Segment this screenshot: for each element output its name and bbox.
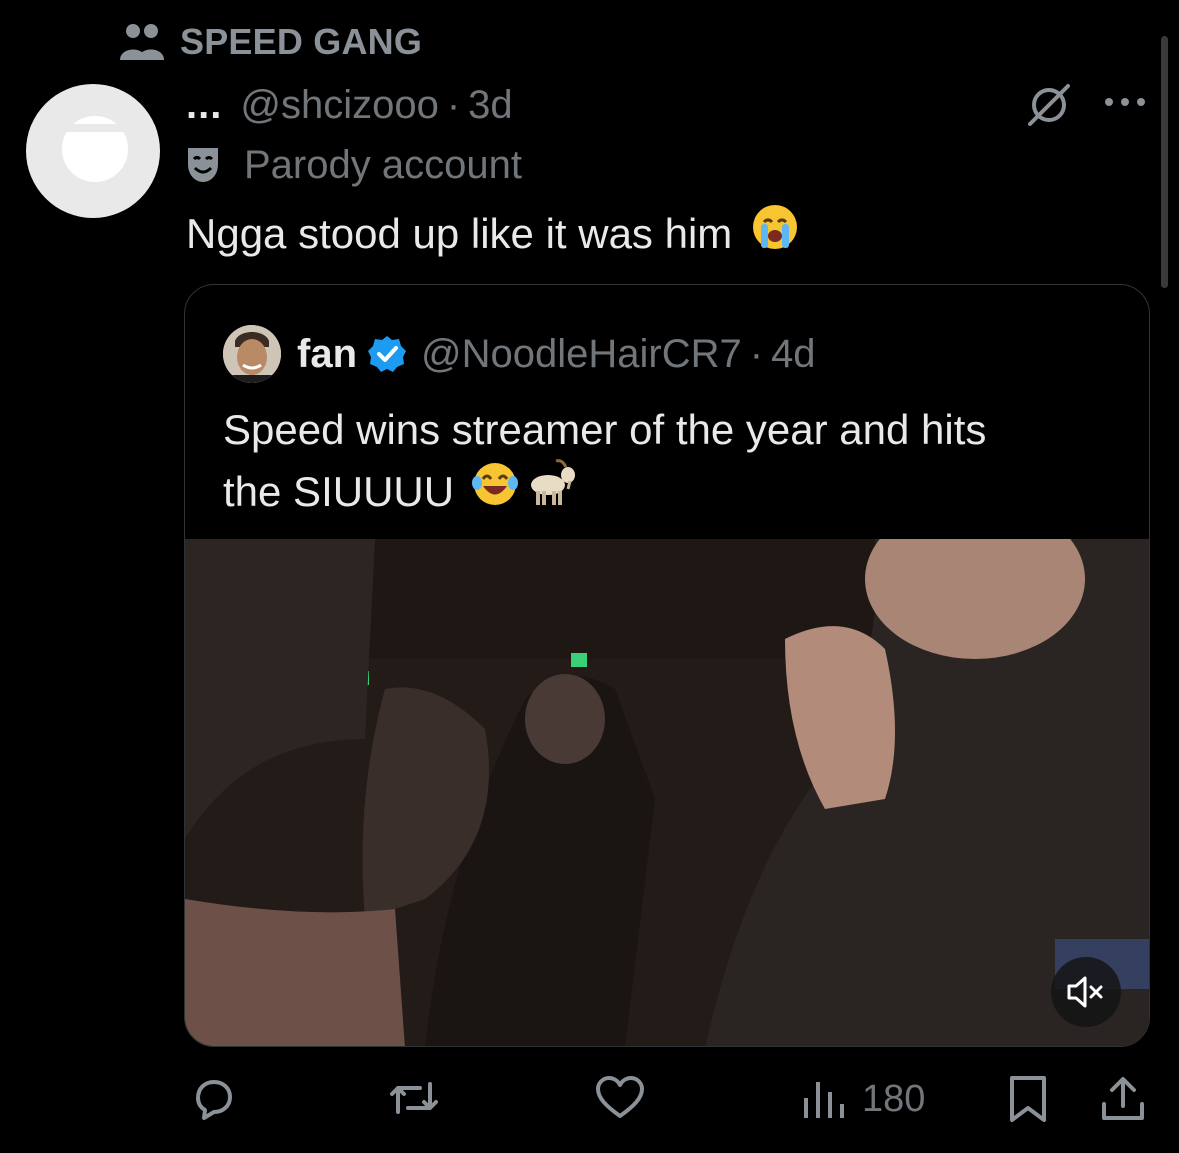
quoted-tweet[interactable]: fan @NoodleHairCR7 · 4d Speed wins strea… — [184, 284, 1150, 1047]
video-player[interactable] — [185, 539, 1149, 1046]
community-icon — [120, 24, 164, 60]
user-handle[interactable]: @shcizooo — [240, 83, 438, 128]
muted-speaker-icon — [1067, 976, 1103, 1008]
quoted-display-name[interactable]: fan — [297, 332, 357, 377]
separator: · — [446, 82, 461, 127]
parody-text: Parody account — [244, 142, 522, 187]
tweet-text-content: Ngga stood up like it was him — [186, 210, 733, 257]
avatar[interactable] — [26, 84, 160, 218]
reply-icon[interactable] — [188, 1074, 236, 1122]
quoted-separator: · — [749, 331, 764, 376]
quoted-text-line2: the SIUUUU — [223, 467, 455, 515]
crying-emoji — [750, 202, 800, 266]
quoted-text: Speed wins streamer of the year and hits… — [223, 401, 1103, 524]
community-header[interactable]: SPEED GANG — [120, 20, 422, 64]
share-icon[interactable] — [1100, 1074, 1146, 1124]
laughing-emoji — [470, 459, 520, 524]
quoted-avatar[interactable] — [223, 325, 281, 383]
quoted-age[interactable]: 4d — [771, 332, 816, 377]
views-icon[interactable] — [802, 1074, 846, 1122]
scrollbar[interactable] — [1161, 36, 1168, 288]
heart-icon[interactable] — [594, 1074, 646, 1122]
views-count: 180 — [862, 1078, 926, 1120]
display-name[interactable]: ... — [186, 83, 222, 128]
tweet-text: Ngga stood up like it was him — [186, 202, 800, 266]
quoted-text-line1: Speed wins streamer of the year and hits — [223, 406, 987, 453]
tweet-header: ... @shcizooo · 3d — [186, 80, 513, 130]
repost-icon[interactable] — [386, 1074, 442, 1122]
tweet-age[interactable]: 3d — [468, 83, 513, 128]
parody-label: Parody account — [186, 140, 522, 190]
video-frame — [185, 539, 1149, 1046]
action-bar: 180 — [0, 1060, 1179, 1140]
mute-button[interactable] — [1051, 957, 1121, 1027]
quoted-handle[interactable]: @NoodleHairCR7 — [421, 332, 742, 377]
theater-mask-icon — [188, 148, 218, 182]
bookmark-icon[interactable] — [1008, 1074, 1048, 1124]
community-name: SPEED GANG — [180, 21, 423, 62]
goat-emoji — [524, 459, 578, 524]
quoted-header: fan @NoodleHairCR7 · 4d — [223, 325, 816, 383]
verified-badge-icon — [368, 336, 406, 372]
more-icon[interactable] — [1102, 90, 1148, 114]
grok-icon[interactable] — [1024, 80, 1074, 130]
